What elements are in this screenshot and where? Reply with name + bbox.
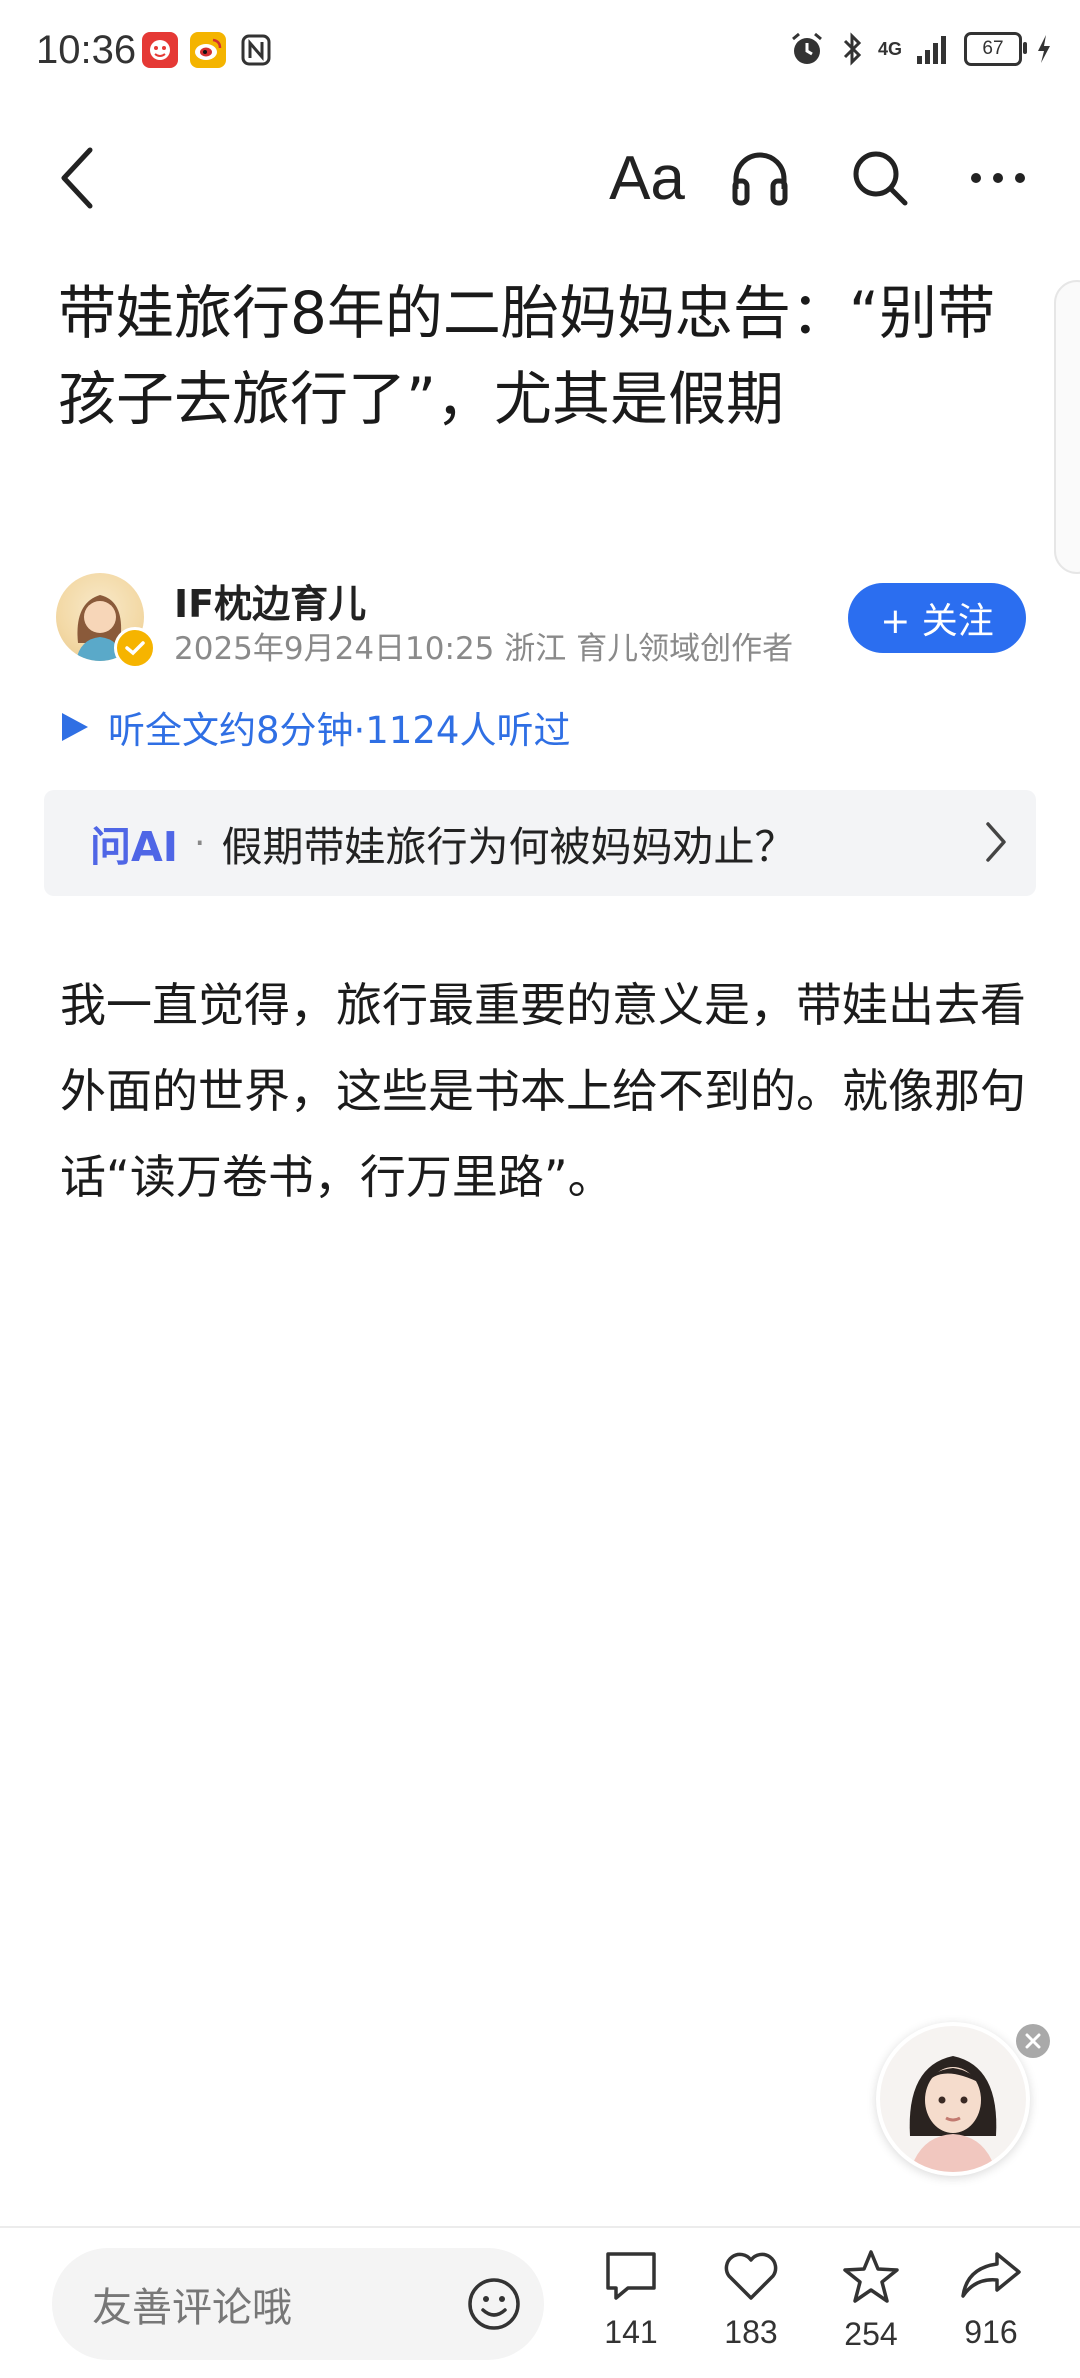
comments-count: 141 — [604, 2314, 658, 2350]
app-notification-icon — [142, 32, 178, 68]
signal-icon — [917, 36, 946, 64]
ask-ai-card[interactable]: 问AI · 假期带娃旅行为何被妈妈劝止？ — [44, 790, 1036, 896]
share-button[interactable]: 916 — [946, 2248, 1036, 2351]
chevron-right-icon — [986, 822, 1006, 862]
article-body-paragraph: 我一直觉得，旅行最重要的意义是，带娃出去看外面的世界，这些是书本上给不到的。就像… — [60, 978, 1026, 1204]
comment-placeholder: 友善评论哦 — [92, 2285, 292, 2331]
listen-button[interactable] — [720, 138, 800, 218]
play-icon — [62, 713, 88, 741]
comment-input[interactable]: 友善评论哦 — [52, 2248, 544, 2360]
headphones-icon — [732, 152, 788, 206]
favorite-button[interactable]: 254 — [826, 2248, 916, 2353]
listen-label: 听全文约8分钟·1124人听过 — [108, 709, 571, 752]
chevron-left-icon — [61, 147, 93, 209]
status-time: 10:36 — [36, 28, 137, 72]
follow-button[interactable]: + 关注 — [848, 583, 1026, 653]
charging-icon — [1038, 35, 1050, 63]
search-icon — [853, 151, 908, 206]
heart-icon — [724, 2252, 778, 2300]
alarm-icon — [792, 32, 822, 64]
share-icon — [961, 2252, 1021, 2298]
assistant-avatar-icon — [880, 2026, 1026, 2172]
listen-full-article-link[interactable]: 听全文约8分钟·1124人听过 — [60, 700, 570, 754]
system-status-icons: 4G 67 — [788, 30, 1052, 68]
more-icon — [971, 173, 1025, 183]
more-button[interactable] — [958, 138, 1038, 218]
comments-button[interactable]: 141 — [586, 2248, 676, 2351]
status-bar: 10:36 4G 67 — [0, 0, 1080, 110]
notification-icons — [142, 32, 274, 68]
weibo-icon — [190, 32, 226, 68]
author-name[interactable]: IF枕边育儿 — [174, 573, 366, 628]
font-size-button[interactable]: Aa — [602, 138, 692, 218]
ask-ai-question: 假期带娃旅行为何被妈妈劝止？ — [221, 823, 796, 871]
battery-level: 67 — [982, 38, 1004, 59]
close-icon — [1025, 2033, 1041, 2049]
star-icon — [843, 2250, 899, 2303]
nfc-icon — [238, 32, 274, 68]
author-row: IF枕边育儿 2025年9月24日10:25 浙江 育儿领域创作者 + 关注 — [56, 573, 1026, 669]
shares-count: 916 — [964, 2314, 1018, 2350]
back-button[interactable] — [38, 138, 118, 218]
comment-icon — [606, 2252, 656, 2300]
side-panel-handle[interactable] — [1054, 280, 1080, 574]
battery-icon: 67 — [964, 32, 1027, 66]
ai-assistant-float-button[interactable] — [876, 2022, 1030, 2176]
author-meta: 2025年9月24日10:25 浙江 育儿领域创作者 — [174, 631, 794, 667]
search-button[interactable] — [840, 138, 920, 218]
article-toolbar: Aa — [0, 120, 1080, 230]
network-type: 4G — [877, 38, 902, 59]
emoji-icon[interactable] — [466, 2276, 522, 2332]
article-title: 带娃旅行8年的二胎妈妈忠告：“别带孩子去旅行了”，尤其是假期 — [58, 279, 995, 433]
verified-badge-icon — [114, 627, 156, 669]
like-button[interactable]: 183 — [706, 2248, 796, 2351]
favorites-count: 254 — [844, 2316, 898, 2352]
bottom-action-bar: 友善评论哦 141 183 254 916 — [0, 2226, 1080, 2378]
likes-count: 183 — [724, 2314, 778, 2350]
ask-ai-separator: · — [194, 822, 206, 864]
ask-ai-label: 问AI — [90, 823, 178, 871]
bluetooth-icon — [843, 32, 862, 66]
assistant-close-button[interactable] — [1016, 2024, 1050, 2058]
